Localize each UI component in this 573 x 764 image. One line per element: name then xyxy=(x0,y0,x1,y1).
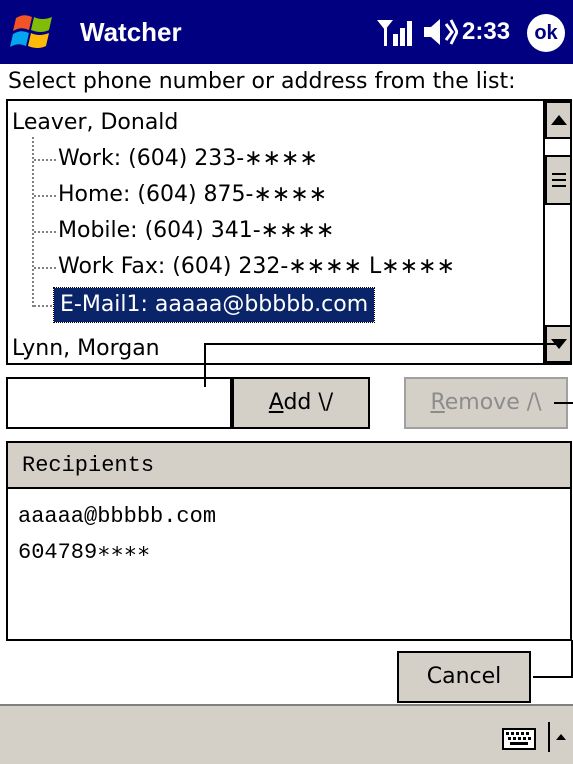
grip-icon xyxy=(551,173,566,187)
title-bar: Watcher 2:33 ok xyxy=(0,0,573,64)
address-input[interactable] xyxy=(6,377,232,429)
recipients-header: Recipients xyxy=(8,443,570,489)
tree-connector xyxy=(34,231,56,233)
speaker-volume-icon[interactable] xyxy=(422,16,458,48)
add-accel-letter: A xyxy=(268,390,284,415)
recipient-item[interactable]: aaaaa@bbbbb.com xyxy=(18,499,216,535)
arrow-up-icon xyxy=(550,115,567,125)
tree-connector xyxy=(34,195,56,197)
contact-name[interactable]: Lynn, Morgan xyxy=(12,331,160,363)
contact-name[interactable]: Leaver, Donald xyxy=(12,105,178,141)
chevron-up-icon[interactable] xyxy=(548,722,568,752)
signal-strength-icon[interactable] xyxy=(375,18,415,48)
windows-flag-icon[interactable] xyxy=(10,8,58,56)
contact-entry-mobile[interactable]: Mobile: (604) 341-∗∗∗∗ xyxy=(58,213,334,249)
remove-accel-letter: R xyxy=(430,390,445,415)
scroll-up-button[interactable] xyxy=(545,101,570,139)
cancel-button[interactable]: Cancel xyxy=(397,651,531,703)
callout-line xyxy=(204,343,556,345)
callout-line xyxy=(533,676,573,678)
tree-connector xyxy=(34,159,56,161)
app-title: Watcher xyxy=(80,17,182,47)
add-button-label: dd \/ xyxy=(283,390,334,415)
callout-line xyxy=(204,343,206,387)
contact-list-scrollbar[interactable] xyxy=(543,101,570,363)
contact-entry-email-selected[interactable]: E-Mail1: aaaaa@bbbbb.com xyxy=(52,287,376,323)
remove-button[interactable]: Remove /\ xyxy=(404,377,568,429)
ok-button[interactable]: ok xyxy=(527,14,565,52)
tree-connector xyxy=(34,305,56,307)
tree-connector xyxy=(34,267,56,269)
callout-line xyxy=(554,402,573,404)
recipients-list[interactable]: Recipients aaaaa@bbbbb.com 604789∗∗∗∗ xyxy=(6,441,572,641)
tree-connector xyxy=(32,137,34,307)
contact-entry-home[interactable]: Home: (604) 875-∗∗∗∗ xyxy=(58,177,327,213)
contact-entry-work-fax[interactable]: Work Fax: (604) 232-∗∗∗∗ L∗∗∗∗ xyxy=(58,249,455,285)
recipient-item[interactable]: 604789∗∗∗∗ xyxy=(18,535,150,571)
contact-list[interactable]: Leaver, Donald Work: (604) 233-∗∗∗∗ Home… xyxy=(6,99,572,365)
remove-button-label: emove /\ xyxy=(444,390,542,415)
add-button[interactable]: Add \/ xyxy=(232,377,370,429)
scroll-thumb[interactable] xyxy=(545,155,570,205)
contact-entry-work[interactable]: Work: (604) 233-∗∗∗∗ xyxy=(58,141,318,177)
keyboard-icon[interactable] xyxy=(502,728,536,750)
instruction-text: Select phone number or address from the … xyxy=(8,69,516,94)
clock[interactable]: 2:33 xyxy=(462,0,510,64)
command-bar xyxy=(0,704,573,764)
